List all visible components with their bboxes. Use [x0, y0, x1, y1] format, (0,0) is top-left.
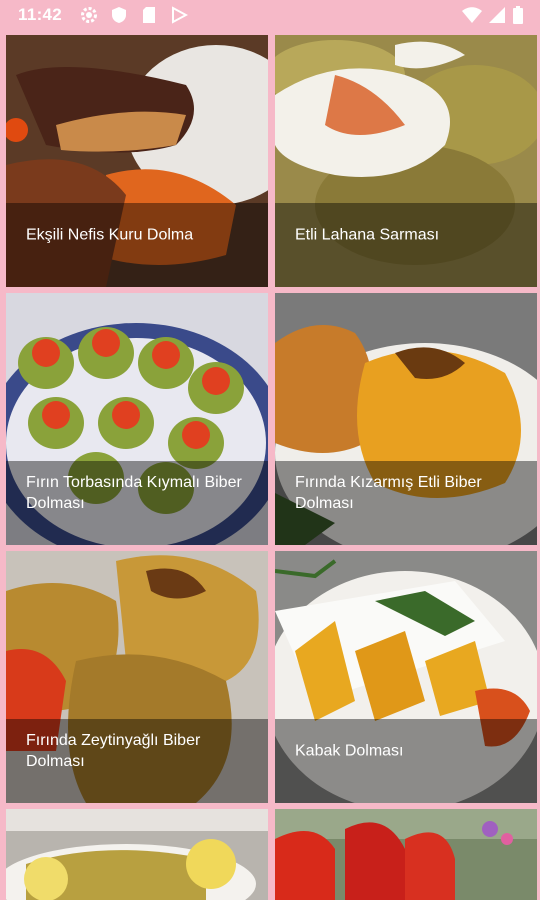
- recipe-title: Fırında Kızarmış Etli Biber Dolması: [295, 474, 482, 512]
- shield-icon: [110, 6, 128, 24]
- recipe-title: Etli Lahana Sarması: [295, 226, 440, 244]
- recipe-title: Fırın Torbasında Kıymalı Biber Dolması: [26, 474, 242, 512]
- recipe-title: Kabak Dolması: [295, 742, 404, 760]
- gear-icon: [80, 6, 98, 24]
- recipe-card[interactable]: Fırında Kızarmış Etli Biber Dolması: [275, 293, 537, 545]
- recipe-title: Fırında Zeytinyağlı Biber Dolması: [26, 732, 201, 770]
- recipe-card[interactable]: [275, 809, 537, 900]
- battery-icon: [512, 6, 524, 24]
- recipe-title: Ekşili Nefis Kuru Dolma: [26, 226, 194, 244]
- play-store-icon: [170, 6, 189, 24]
- recipe-card[interactable]: Etli Lahana Sarması: [275, 35, 537, 287]
- recipe-photo: [6, 809, 268, 900]
- recipe-grid: Ekşili Nefis Kuru Dolma Etli Lahana Sarm…: [0, 30, 540, 900]
- status-time: 11:42: [18, 5, 63, 24]
- recipe-card[interactable]: Ekşili Nefis Kuru Dolma: [6, 35, 268, 287]
- recipe-card[interactable]: Fırın Torbasında Kıymalı Biber Dolması: [6, 293, 268, 545]
- recipe-card[interactable]: Fırında Zeytinyağlı Biber Dolması: [6, 551, 268, 803]
- recipe-card[interactable]: [6, 809, 268, 900]
- signal-icon: [488, 6, 506, 24]
- recipe-card[interactable]: Kabak Dolması: [275, 551, 537, 803]
- wifi-icon: [462, 6, 482, 24]
- status-bar: 11:42: [0, 0, 540, 30]
- recipe-photo: [275, 809, 537, 900]
- sd-card-icon: [140, 6, 158, 24]
